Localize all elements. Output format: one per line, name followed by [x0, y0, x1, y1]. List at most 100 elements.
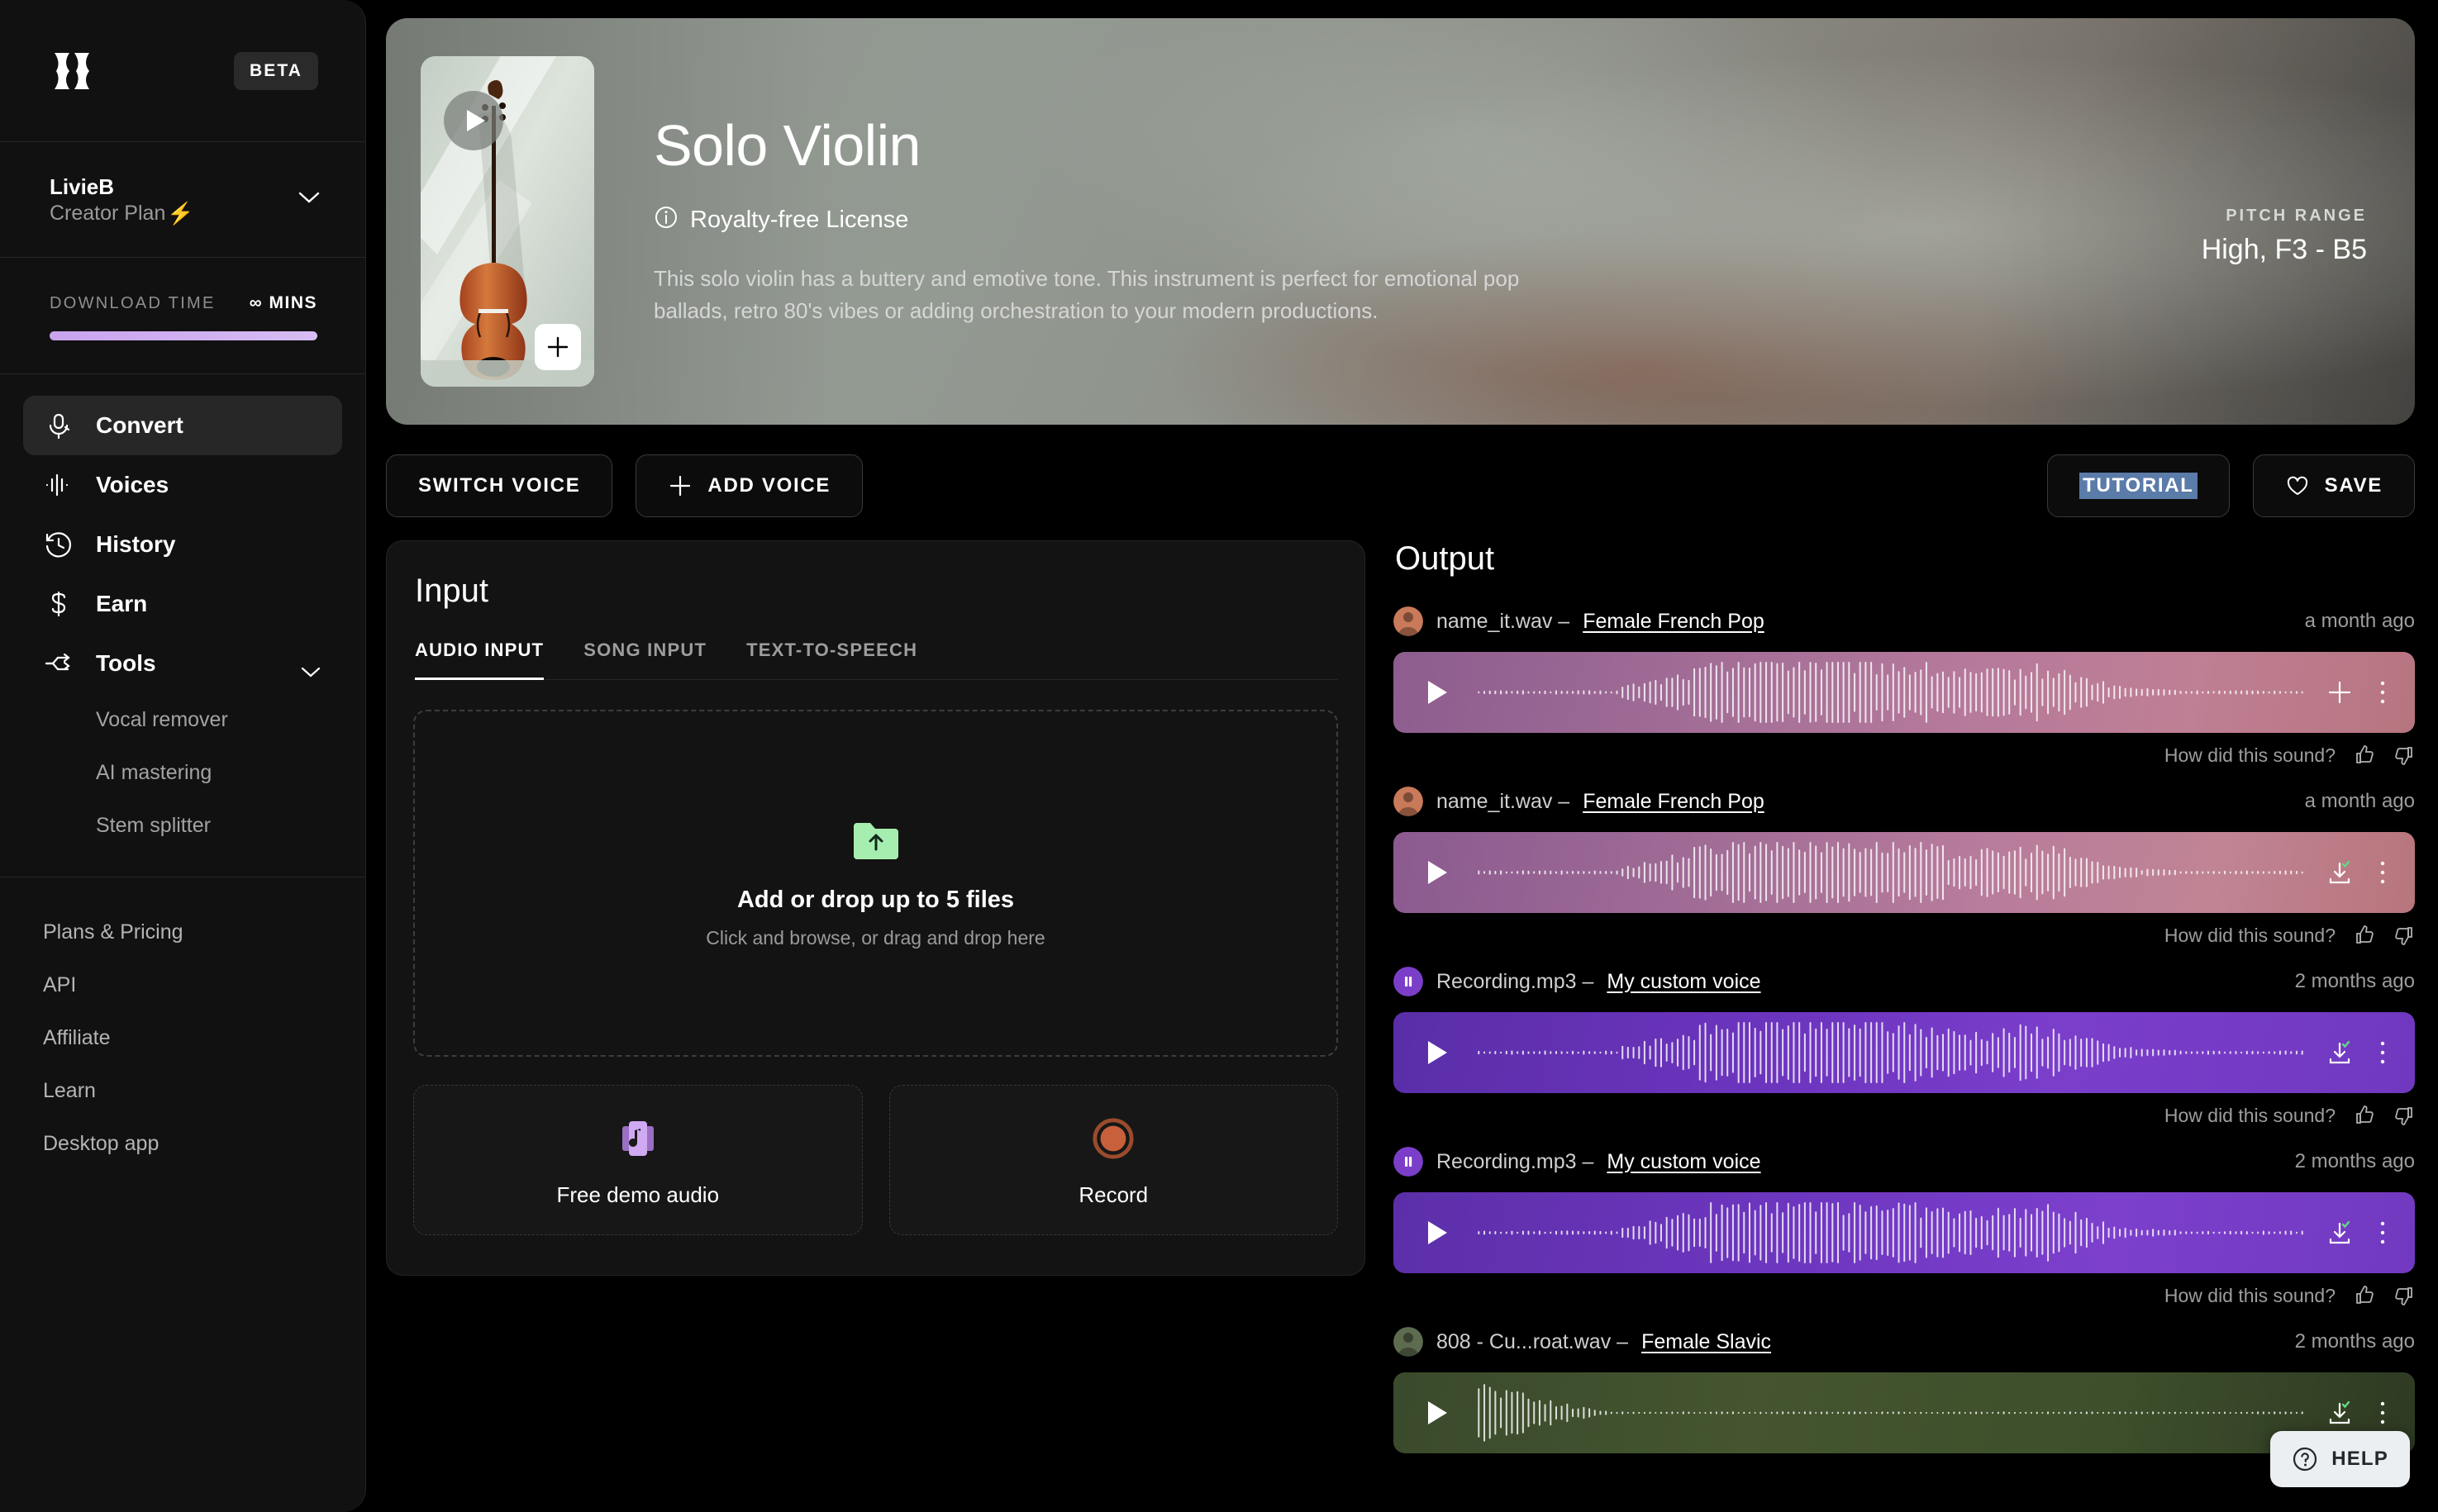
thumbs-down-icon[interactable] — [2393, 744, 2415, 766]
plus-icon[interactable] — [2326, 678, 2354, 706]
waveform[interactable] — [1475, 1022, 2304, 1083]
more-vertical-icon[interactable] — [2378, 1219, 2387, 1247]
output-timestamp: 2 months ago — [2294, 970, 2415, 992]
kits-logo-icon[interactable] — [51, 51, 98, 91]
player-actions — [2326, 858, 2387, 887]
sidebar-item-label: Earn — [96, 591, 148, 616]
play-icon[interactable] — [1428, 681, 1447, 704]
add-voice-card-button[interactable] — [535, 324, 581, 370]
voice-hero-banner: Solo Violin Royalty-free License This so… — [386, 18, 2415, 425]
download-time-label: DOWNLOAD TIME — [50, 293, 216, 312]
play-icon[interactable] — [1428, 1401, 1447, 1424]
output-row: name_it.wav – Female French Pop a month … — [1393, 782, 2415, 958]
sidebar-item-vocal-remover[interactable]: Vocal remover — [23, 693, 342, 746]
output-row: Recording.mp3 – My custom voice 2 months… — [1393, 963, 2415, 1138]
sidebar-item-stem-splitter[interactable]: Stem splitter — [23, 799, 342, 852]
sidebar-item-tools[interactable]: Tools — [23, 634, 342, 693]
dropzone-title: Add or drop up to 5 files — [736, 886, 1015, 913]
save-button[interactable]: SAVE — [2252, 454, 2415, 517]
play-icon[interactable] — [1428, 861, 1447, 884]
download-done-icon[interactable] — [2326, 858, 2354, 887]
more-vertical-icon[interactable] — [2378, 678, 2387, 706]
thumbs-up-icon[interactable] — [2354, 744, 2375, 766]
tutorial-button[interactable]: TUTORIAL — [2047, 454, 2230, 517]
waveform[interactable] — [1475, 662, 2304, 723]
waveform[interactable] — [1475, 1382, 2304, 1443]
play-icon[interactable] — [1428, 1041, 1447, 1064]
license-badge: Royalty-free License — [654, 205, 1563, 236]
music-note-icon — [616, 1113, 660, 1164]
sidebar-item-convert[interactable]: Convert — [23, 396, 342, 455]
page-title: Solo Violin — [654, 113, 921, 178]
output-file-name: Recording.mp3 – — [1436, 1149, 1594, 1173]
sidebar-link-learn[interactable]: Learn — [43, 1064, 342, 1117]
download-done-icon[interactable] — [2326, 1219, 2354, 1247]
avatar — [1393, 967, 1423, 996]
dropzone-subtitle: Click and browse, or drag and drop here — [706, 926, 1045, 949]
output-voice-link[interactable]: Female French Pop — [1583, 610, 1764, 634]
player-actions — [2326, 678, 2387, 706]
avatar — [1393, 606, 1423, 636]
input-shortcut-cards: Free demo audio Record — [413, 1085, 1338, 1235]
play-icon[interactable] — [1428, 1221, 1447, 1244]
download-done-icon[interactable] — [2326, 1039, 2354, 1067]
thumbs-up-icon[interactable] — [2354, 925, 2375, 946]
waveform[interactable] — [1475, 1202, 2304, 1263]
sidebar-link-api[interactable]: API — [43, 958, 342, 1011]
heart-icon — [2287, 476, 2307, 495]
output-list: name_it.wav – Female French Pop a month … — [1393, 602, 2415, 1453]
pitch-range-label: PITCH RANGE — [2226, 207, 2367, 225]
pitch-range-value: High, F3 - B5 — [2201, 234, 2367, 265]
preview-play-button[interactable] — [444, 91, 503, 150]
microphone-icon — [43, 410, 74, 441]
thumbs-up-icon[interactable] — [2354, 1285, 2375, 1306]
audio-player — [1393, 1012, 2415, 1093]
sidebar-item-voices[interactable]: Voices — [23, 455, 342, 515]
thumbs-down-icon[interactable] — [2393, 925, 2415, 946]
sidebar-item-earn[interactable]: Earn — [23, 574, 342, 634]
tab-text-to-speech[interactable]: TEXT-TO-SPEECH — [746, 640, 917, 679]
sidebar-item-ai-mastering[interactable]: AI mastering — [23, 746, 342, 799]
output-voice-link[interactable]: Female Slavic — [1641, 1330, 1771, 1354]
output-voice-link[interactable]: My custom voice — [1607, 970, 1760, 994]
sidebar-link-plans-pricing[interactable]: Plans & Pricing — [43, 906, 342, 958]
download-progress-bar — [50, 331, 317, 340]
help-button[interactable]: HELP — [2270, 1431, 2410, 1487]
tab-song-input[interactable]: SONG INPUT — [583, 640, 707, 679]
more-vertical-icon[interactable] — [2378, 1039, 2387, 1067]
file-dropzone[interactable]: Add or drop up to 5 files Click and brow… — [413, 710, 1338, 1057]
sidebar-item-label: History — [96, 531, 176, 557]
thumbs-down-icon[interactable] — [2393, 1105, 2415, 1126]
feedback-row: How did this sound? — [1393, 913, 2415, 958]
feedback-row: How did this sound? — [1393, 1093, 2415, 1138]
record-button[interactable]: Record — [888, 1085, 1338, 1235]
player-actions — [2326, 1039, 2387, 1067]
license-label: Royalty-free License — [690, 207, 909, 234]
output-row-header: Recording.mp3 – My custom voice 2 months… — [1393, 1143, 2415, 1181]
add-voice-button[interactable]: ADD VOICE — [636, 454, 864, 517]
output-voice-link[interactable]: My custom voice — [1607, 1150, 1760, 1174]
pitch-range: PITCH RANGE High, F3 - B5 — [2202, 207, 2367, 266]
tab-audio-input[interactable]: AUDIO INPUT — [415, 640, 545, 680]
switch-voice-button[interactable]: SWITCH VOICE — [386, 454, 613, 517]
sidebar-link-desktop-app[interactable]: Desktop app — [43, 1117, 342, 1170]
plus-icon — [547, 336, 569, 358]
thumbs-up-icon[interactable] — [2354, 1105, 2375, 1126]
more-vertical-icon[interactable] — [2378, 858, 2387, 887]
more-vertical-icon[interactable] — [2378, 1399, 2387, 1427]
sidebar-link-affiliate[interactable]: Affiliate — [43, 1011, 342, 1064]
dollar-icon — [43, 588, 74, 620]
output-panel: Output name_it.wav – Female French Pop a… — [1393, 540, 2415, 1458]
download-done-icon[interactable] — [2326, 1399, 2354, 1427]
feedback-prompt: How did this sound? — [2164, 924, 2336, 946]
account-switcher[interactable]: LivieB Creator Plan ⚡ — [0, 142, 365, 258]
bolt-icon: ⚡ — [167, 201, 194, 226]
info-icon — [654, 205, 679, 236]
output-voice-link[interactable]: Female French Pop — [1583, 790, 1764, 814]
free-demo-audio-button[interactable]: Free demo audio — [413, 1085, 863, 1235]
voice-info: Solo Violin Royalty-free License This so… — [654, 116, 1563, 327]
sidebar-item-history[interactable]: History — [23, 515, 342, 574]
feedback-row: How did this sound? — [1393, 733, 2415, 777]
waveform[interactable] — [1475, 842, 2304, 903]
thumbs-down-icon[interactable] — [2393, 1285, 2415, 1306]
